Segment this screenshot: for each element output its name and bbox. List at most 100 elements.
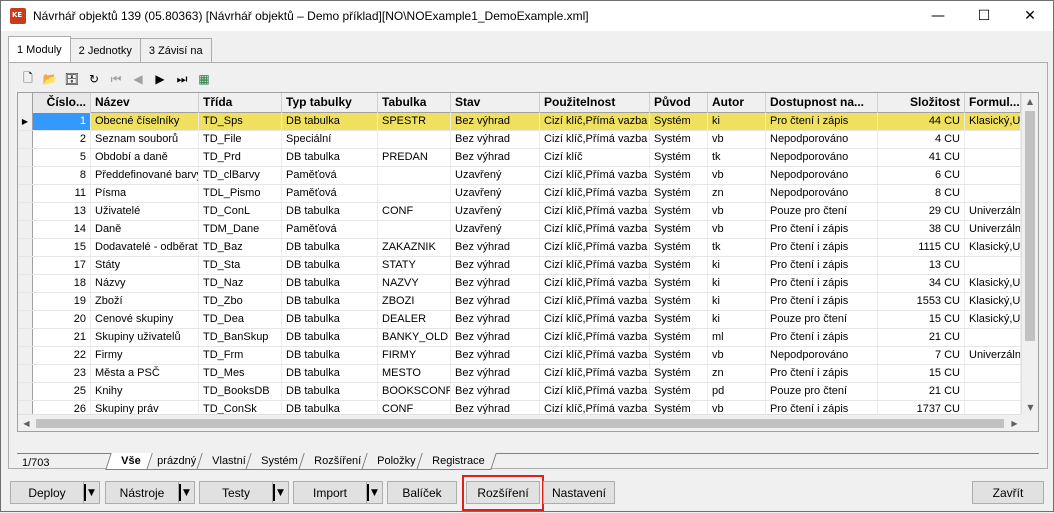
cell-slozitost[interactable]: 4 CU [878,131,965,148]
cell-pouzitelnost[interactable]: Cizí klíč [540,149,650,166]
table-row[interactable]: 14 Daně TDM_Dane Paměťová Uzavřený Cizí klíč,… [18,221,1038,239]
cell-tabulka[interactable] [378,131,451,148]
cell-autor[interactable]: tk [708,239,766,256]
cell-dostupnost[interactable]: Pro čtení i zápis [766,329,878,346]
cell-puvod[interactable]: Systém [650,347,708,364]
header-col-slozitost[interactable]: Složitost [878,93,965,113]
cell-stav[interactable]: Bez výhrad [451,275,540,292]
cell-puvod[interactable]: Systém [650,149,708,166]
cell-typ-tabulky[interactable]: DB tabulka [282,383,378,400]
vertical-scroll-thumb[interactable] [1025,111,1035,341]
cell-autor[interactable]: tk [708,149,766,166]
cell-pouzitelnost[interactable]: Cizí klíč,Přímá vazba [540,365,650,382]
cell-tabulka[interactable]: STATY [378,257,451,274]
cell-puvod[interactable]: Systém [650,239,708,256]
cell-stav[interactable]: Bez výhrad [451,239,540,256]
cell-dostupnost[interactable]: Pouze pro čtení [766,311,878,328]
cell-pouzitelnost[interactable]: Cizí klíč,Přímá vazba [540,293,650,310]
next-record-icon[interactable]: ▶ [151,70,169,88]
cell-cislo[interactable]: 19 [33,293,91,310]
cell-dostupnost[interactable]: Nepodporováno [766,149,878,166]
cell-puvod[interactable]: Systém [650,221,708,238]
cell-puvod[interactable]: Systém [650,329,708,346]
cell-dostupnost[interactable]: Nepodporováno [766,167,878,184]
cell-tabulka[interactable]: MESTO [378,365,451,382]
cell-autor[interactable]: vb [708,167,766,184]
cell-stav[interactable]: Uzavřený [451,185,540,202]
cell-stav[interactable]: Bez výhrad [451,131,540,148]
table-row[interactable]: 19 Zboží TD_Zbo DB tabulka ZBOZI Bez výhrad Ci… [18,293,1038,311]
cell-typ-tabulky[interactable]: Paměťová [282,185,378,202]
cell-autor[interactable]: vb [708,131,766,148]
cell-slozitost[interactable]: 34 CU [878,275,965,292]
cell-stav[interactable]: Bez výhrad [451,257,540,274]
cell-nazev[interactable]: Města a PSČ [91,365,199,382]
tab-jednotky[interactable]: 2 Jednotky [69,38,141,62]
cell-trida[interactable]: TD_Baz [199,239,282,256]
horizontal-scrollbar[interactable]: ◀ ▶ [18,414,1023,431]
cell-tabulka[interactable]: FIRMY [378,347,451,364]
cell-typ-tabulky[interactable]: DB tabulka [282,257,378,274]
cell-cislo[interactable]: 5 [33,149,91,166]
cell-autor[interactable]: vb [708,203,766,220]
cell-typ-tabulky[interactable]: DB tabulka [282,203,378,220]
cell-trida[interactable]: TD_Naz [199,275,282,292]
cell-formular[interactable] [965,185,1021,202]
cell-tabulka[interactable] [378,221,451,238]
cell-trida[interactable]: TD_Zbo [199,293,282,310]
tools-dropdown-icon[interactable]: ▼ [179,481,195,504]
cell-slozitost[interactable]: 8 CU [878,185,965,202]
cell-dostupnost[interactable]: Pro čtení i zápis [766,365,878,382]
cell-autor[interactable]: ki [708,293,766,310]
cell-typ-tabulky[interactable]: DB tabulka [282,113,378,130]
cell-pouzitelnost[interactable]: Cizí klíč,Přímá vazba [540,329,650,346]
cell-formular[interactable] [965,257,1021,274]
cell-nazev[interactable]: Cenové skupiny [91,311,199,328]
cell-typ-tabulky[interactable]: DB tabulka [282,347,378,364]
package-button[interactable]: Balíček [387,481,457,504]
cell-dostupnost[interactable]: Pro čtení i zápis [766,293,878,310]
cell-autor[interactable]: zn [708,365,766,382]
scroll-left-icon[interactable]: ◀ [18,415,35,431]
table-row[interactable]: 23 Města a PSČ TD_Mes DB tabulka MESTO Bez vý… [18,365,1038,383]
cell-slozitost[interactable]: 29 CU [878,203,965,220]
import-dropdown-icon[interactable]: ▼ [367,481,383,504]
close-button[interactable]: Zavřít [972,481,1044,504]
cell-puvod[interactable]: Systém [650,131,708,148]
cell-stav[interactable]: Bez výhrad [451,149,540,166]
cell-nazev[interactable]: Názvy [91,275,199,292]
cell-trida[interactable]: TDM_Dane [199,221,282,238]
previous-record-icon[interactable]: ◀ [129,70,147,88]
cell-tabulka[interactable] [378,167,451,184]
table-row[interactable]: 20 Cenové skupiny TD_Dea DB tabulka DEALER Be… [18,311,1038,329]
cell-typ-tabulky[interactable]: DB tabulka [282,293,378,310]
deploy-dropdown-icon[interactable]: ▼ [84,481,100,504]
cell-formular[interactable] [965,131,1021,148]
cell-nazev[interactable]: Seznam souborů [91,131,199,148]
tests-dropdown-icon[interactable]: ▼ [273,481,289,504]
cell-cislo[interactable]: 1 [33,113,91,130]
table-row[interactable]: 17 Státy TD_Sta DB tabulka STATY Bez výhrad Ci… [18,257,1038,275]
header-col-nazev[interactable]: Název [91,93,199,113]
header-col-dostupnost[interactable]: Dostupnost na... [766,93,878,113]
table-row[interactable]: 22 Firmy TD_Frm DB tabulka FIRMY Bez výhrad Ci… [18,347,1038,365]
table-row[interactable]: 8 Předdefinované barvy TD_clBarvy Paměťová U… [18,167,1038,185]
cell-cislo[interactable]: 14 [33,221,91,238]
cell-typ-tabulky[interactable]: DB tabulka [282,239,378,256]
cell-autor[interactable]: ki [708,257,766,274]
cell-puvod[interactable]: Systém [650,113,708,130]
cell-pouzitelnost[interactable]: Cizí klíč,Přímá vazba [540,347,650,364]
cell-typ-tabulky[interactable]: Speciální [282,131,378,148]
cell-dostupnost[interactable]: Nepodporováno [766,185,878,202]
cell-autor[interactable]: ki [708,113,766,130]
cell-slozitost[interactable]: 6 CU [878,167,965,184]
table-row[interactable]: 25KnihyTD_BooksDBDB tabulkaBOOKSCONFIGBe… [18,383,1038,401]
cell-puvod[interactable]: Systém [650,167,708,184]
cell-stav[interactable]: Uzavřený [451,167,540,184]
cell-tabulka[interactable]: ZBOZI [378,293,451,310]
tab-moduly[interactable]: 1 Moduly [8,36,71,62]
table-row[interactable]: 21 Skupiny uživatelů TD_BanSkup DB tabulka B… [18,329,1038,347]
row-indicator[interactable] [18,185,33,202]
header-col-trida[interactable]: Třída [199,93,282,113]
cell-pouzitelnost[interactable]: Cizí klíč,Přímá vazba [540,167,650,184]
